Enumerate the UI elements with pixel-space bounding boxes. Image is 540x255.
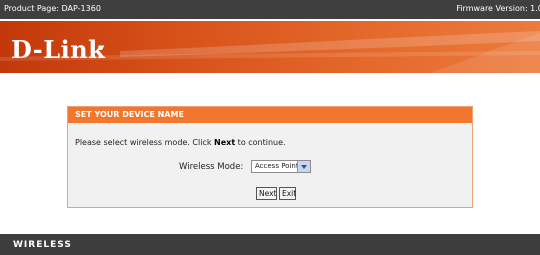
- product-page-text: Product Page: DAP-1360: [4, 4, 101, 13]
- wireless-section-bar: WIRELESS: [0, 234, 540, 255]
- wireless-mode-label: Wireless Mode:: [179, 162, 244, 172]
- dlink-logo: D-Link: [11, 35, 106, 64]
- wireless-mode-select[interactable]: Access Point: [251, 160, 311, 173]
- exit-button[interactable]: Exit: [279, 187, 296, 200]
- header-banner: D-Link: [0, 21, 540, 73]
- firmware-version-text: Firmware Version: 1.00: [456, 4, 540, 13]
- device-name-panel: SET YOUR DEVICE NAME Please select wirel…: [67, 106, 473, 208]
- panel-title: SET YOUR DEVICE NAME: [68, 107, 472, 123]
- instruction-next-emphasis: Next: [214, 138, 236, 147]
- instruction-text: Please select wireless mode. Click Next …: [75, 138, 286, 147]
- next-button[interactable]: Next: [256, 187, 277, 200]
- chevron-down-icon[interactable]: [297, 161, 310, 172]
- wireless-mode-value: Access Point: [255, 162, 299, 170]
- wireless-section-label: WIRELESS: [13, 240, 72, 250]
- top-info-bar: Product Page: DAP-1360 Firmware Version:…: [0, 0, 540, 19]
